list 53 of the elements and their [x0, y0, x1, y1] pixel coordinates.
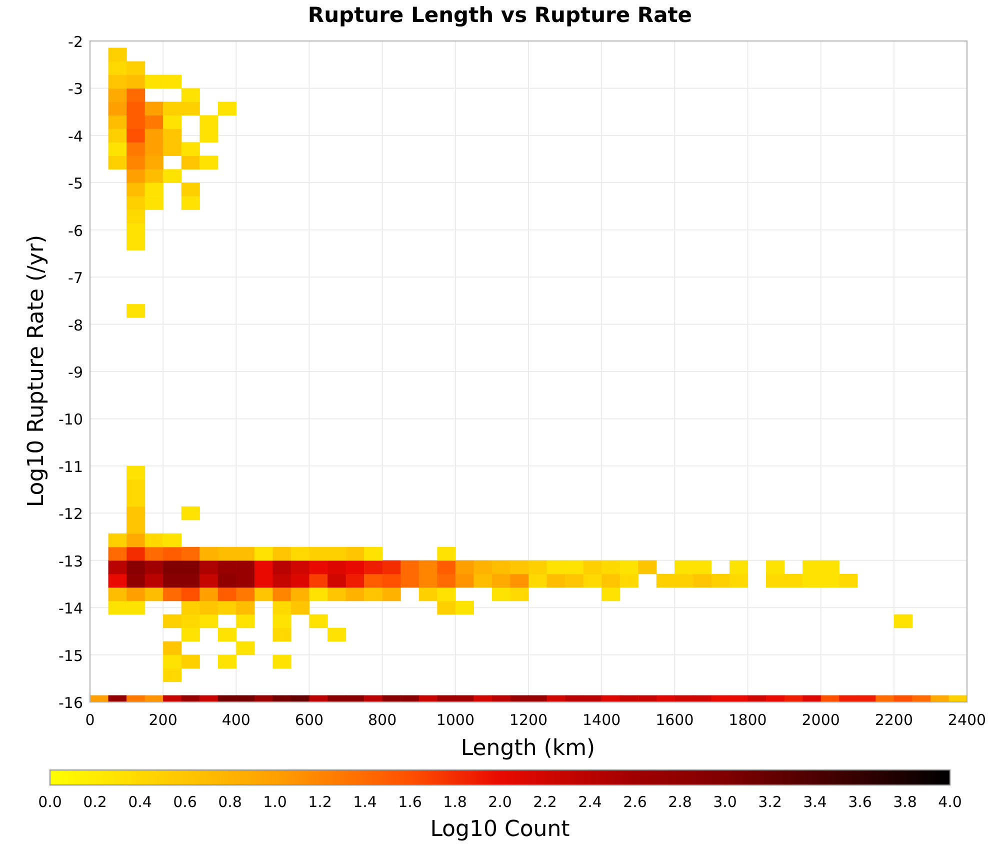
scale-tick-label: 1.0: [263, 793, 287, 811]
axis-tick-label: 1000: [436, 711, 474, 729]
axis-tick-label: 2400: [948, 711, 986, 729]
axis-tick-label: -3: [68, 80, 83, 98]
scale-tick-label: 0.0: [38, 793, 62, 811]
axis-tick-label: -13: [58, 552, 83, 570]
scale-tick-label: 4.0: [938, 793, 962, 811]
axis-tick-label: -6: [68, 222, 83, 240]
chart-title: Rupture Length vs Rupture Rate: [308, 3, 692, 27]
axis-tick-label: 2000: [802, 711, 840, 729]
axis-tick-label: 400: [222, 711, 250, 729]
scale-tick-label: 2.8: [668, 793, 692, 811]
scale-tick-label: 2.2: [533, 793, 557, 811]
axis-tick-label: -8: [68, 316, 83, 334]
axis-tick-label: 1400: [582, 711, 621, 729]
scale-tick-label: 3.4: [803, 793, 827, 811]
scale-tick-label: 1.8: [443, 793, 467, 811]
axis-tick-label: -11: [58, 458, 83, 476]
axis-tick-label: -14: [58, 600, 83, 618]
scale-tick-label: 0.4: [128, 793, 152, 811]
axis-tick-label: -10: [58, 410, 83, 429]
y-axis-label: Log10 Rupture Rate (/yr): [24, 234, 49, 508]
axis-tick-label: -9: [68, 364, 83, 382]
scale-tick-label: 3.8: [893, 793, 917, 811]
axis-tick-label: -7: [68, 269, 83, 288]
axis-tick-label: 0: [85, 711, 95, 729]
scale-tick-label: 3.2: [758, 793, 782, 811]
scale-tick-label: 0.6: [173, 793, 197, 811]
axis-tick-label: 800: [368, 711, 397, 729]
scale-tick-label: 1.4: [353, 793, 377, 811]
axis-tick-label: -12: [58, 505, 83, 524]
scale-tick-label: 2.4: [578, 793, 602, 811]
axis-tick-label: -4: [68, 127, 83, 146]
axis-tick-label: 1600: [656, 711, 694, 729]
scale-tick-label: 1.2: [308, 793, 332, 811]
axis-tick-label: 1800: [728, 711, 767, 729]
axis-tick-label: -15: [58, 646, 83, 665]
axis-tick-label: 600: [294, 711, 324, 729]
scale-tick-label: 0.2: [83, 793, 107, 811]
scale-tick-label: 3.6: [848, 793, 872, 811]
color-scale-label: Log10 Count: [430, 817, 570, 842]
axis-tick-label: 2200: [874, 711, 913, 729]
scale-tick-label: 2.6: [623, 793, 647, 811]
scale-tick-label: 2.0: [488, 793, 512, 811]
axis-tick-label: 200: [148, 711, 178, 729]
axis-tick-label: -16: [58, 694, 83, 712]
axis-tick-label: 1200: [509, 711, 548, 729]
scale-tick-label: 3.0: [713, 793, 737, 811]
scale-tick-label: 1.6: [398, 793, 422, 811]
axis-tick-label: -2: [68, 33, 83, 51]
axis-tick-label: -5: [68, 174, 83, 193]
scale-tick-label: 0.8: [218, 793, 242, 811]
x-axis-label: Length (km): [460, 736, 596, 761]
